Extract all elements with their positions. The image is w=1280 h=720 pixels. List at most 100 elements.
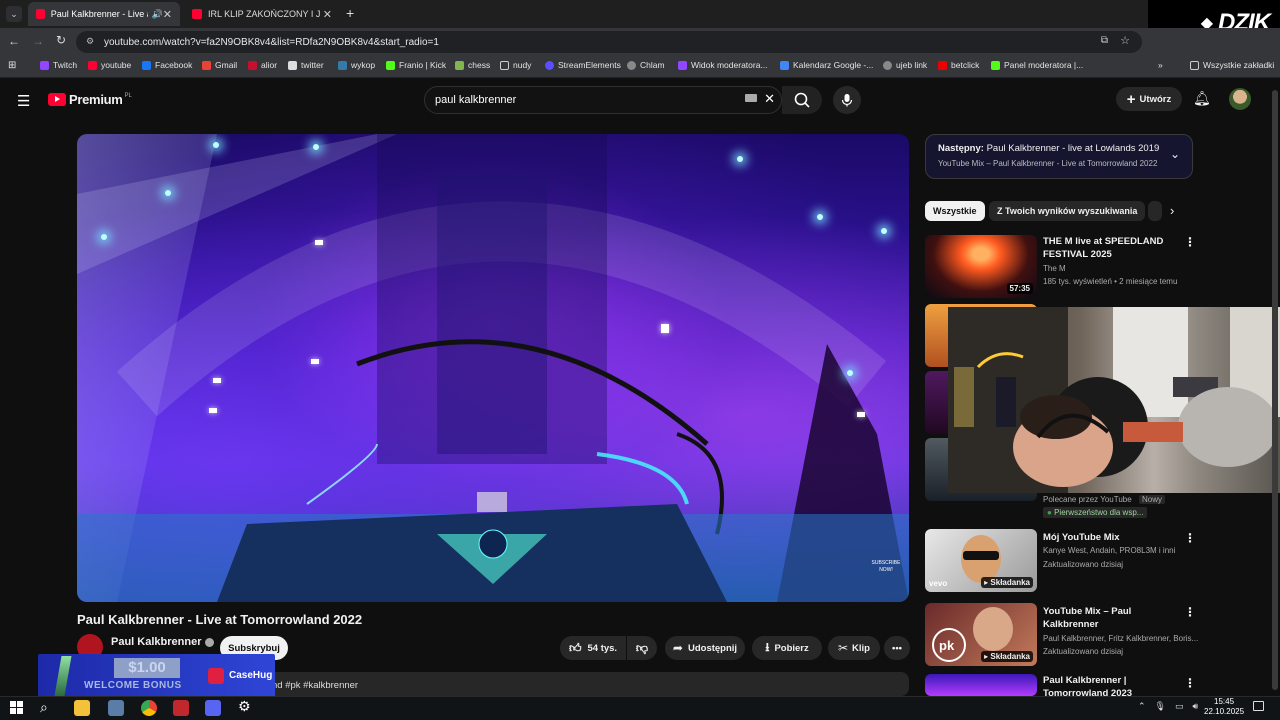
tab-search-button[interactable]: ⌄ xyxy=(6,6,22,22)
search-query: paul kalkbrenner xyxy=(435,94,517,106)
video-thumbnail[interactable]: 57:35 xyxy=(925,235,1037,298)
new-tab-button[interactable]: + xyxy=(346,5,354,21)
system-tray[interactable]: ⌃ 🎙︎ ▭ 🔊︎ xyxy=(1138,701,1198,712)
tab-paul-kalkbrenner[interactable]: Paul Kalkbrenner - Live at T 🔊 ✕ xyxy=(28,2,180,26)
video-title-link[interactable]: Paul Kalkbrenner | Tomorrowland 2023 xyxy=(1043,674,1173,696)
chevron-down-icon[interactable]: ⌄ xyxy=(1170,147,1180,161)
tab-irl-klip[interactable]: IRL KLIP ZAKOŃCZONY I JEDZI ✕ xyxy=(184,2,340,26)
bookmark-chlam[interactable]: Chlam xyxy=(627,60,665,70)
video-thumbnail[interactable]: pk ▸ Składanka xyxy=(925,603,1037,666)
scrollbar-thumb[interactable] xyxy=(1272,90,1278,690)
volume-icon[interactable]: 🔊︎ xyxy=(1193,701,1199,712)
install-app-icon[interactable]: ⧉ xyxy=(1101,35,1108,46)
chip-from-your-search[interactable]: Z Twoich wyników wyszukiwania xyxy=(989,201,1146,221)
more-bookmarks-icon[interactable]: » xyxy=(1158,60,1163,70)
network-icon[interactable]: ▭ xyxy=(1175,701,1184,712)
more-options-icon[interactable]: ⋮ xyxy=(1184,235,1196,249)
video-title-link[interactable]: YouTube Mix – Paul Kalkbrenner xyxy=(1043,605,1173,631)
share-button[interactable]: ➦ Udostępnij xyxy=(665,636,745,660)
chrome-icon[interactable] xyxy=(141,700,157,716)
bookmark-gmail[interactable]: Gmail xyxy=(202,60,237,70)
more-options-icon[interactable]: ⋮ xyxy=(1184,676,1196,690)
bookmark-wykop[interactable]: wykop xyxy=(338,60,375,70)
app-icon[interactable] xyxy=(173,700,189,716)
chevron-right-icon[interactable]: › xyxy=(1170,203,1174,218)
menu-icon[interactable]: ☰ xyxy=(17,92,30,110)
bookmark-widok-moderatora[interactable]: Widok moderatora... xyxy=(678,60,768,70)
file-explorer-icon[interactable] xyxy=(74,700,90,716)
bookmark-twitch[interactable]: Twitch xyxy=(40,60,77,70)
video-channel[interactable]: Paul Kalkbrenner, Fritz Kalkbrenner, Bor… xyxy=(1043,634,1198,643)
video-channel[interactable]: Kanye West, Andain, PRO8L3M i inni xyxy=(1043,546,1175,555)
like-button[interactable]: 👍︎ 54 tys. xyxy=(560,636,626,660)
subscribe-label: Subskrybuj xyxy=(228,642,280,654)
chip-partial[interactable] xyxy=(1148,201,1162,221)
apps-icon[interactable]: ⊞ xyxy=(8,60,16,71)
bookmark-twitter[interactable]: twitter xyxy=(288,60,324,70)
video-player[interactable]: SUBSCRIBE NOW! xyxy=(77,134,909,602)
close-tab-icon[interactable]: ✕ xyxy=(323,8,332,21)
up-next-heading: Następny: Paul Kalkbrenner - live at Low… xyxy=(938,143,1180,154)
tray-chevron-up-icon[interactable]: ⌃ xyxy=(1138,701,1146,712)
notifications-bell-icon[interactable]: 🔔︎ xyxy=(1193,90,1211,107)
clear-search-icon[interactable]: ✕ xyxy=(764,91,775,107)
bookmark-panel-moderatora[interactable]: Panel moderatora |... xyxy=(991,60,1083,70)
address-bar[interactable]: ⚙ youtube.com/watch?v=fa2N9OBK8v4&list=R… xyxy=(76,31,1142,53)
bookmark-folder-nudy[interactable]: nudy xyxy=(500,60,531,70)
search-button[interactable] xyxy=(782,86,822,114)
channel-name[interactable]: Paul Kalkbrenner xyxy=(111,636,215,648)
bookmark-star-icon[interactable]: ☆ xyxy=(1120,34,1130,47)
video-title-link[interactable]: THE M live at SPEEDLAND FESTIVAL 2025 xyxy=(1043,235,1173,261)
notification-center-icon[interactable] xyxy=(1253,701,1264,711)
search-input[interactable]: paul kalkbrenner ✕ xyxy=(424,86,782,114)
video-channel[interactable]: The M xyxy=(1043,264,1066,273)
create-button[interactable]: + Utwórz xyxy=(1116,87,1182,111)
bookmark-youtube[interactable]: youtube xyxy=(88,60,131,70)
back-icon[interactable]: ← xyxy=(8,34,20,48)
site-info-icon[interactable]: ⚙ xyxy=(86,36,94,47)
reload-icon[interactable]: ↻ xyxy=(56,33,66,47)
bookmark-alior[interactable]: alior xyxy=(248,60,277,70)
up-next-panel[interactable]: Następny: Paul Kalkbrenner - live at Low… xyxy=(925,134,1193,179)
more-options-icon[interactable]: ⋮ xyxy=(1184,531,1196,545)
dislike-button[interactable]: 👎︎ xyxy=(627,636,657,660)
video-title-link[interactable]: Mój YouTube Mix xyxy=(1043,531,1173,544)
share-icon: ➦ xyxy=(672,641,683,655)
page-scrollbar[interactable] xyxy=(1272,84,1278,690)
bookmark-ujeb-link[interactable]: ujeb link xyxy=(883,60,927,70)
more-actions-button[interactable]: ••• xyxy=(884,636,910,660)
close-tab-icon[interactable]: ✕ xyxy=(163,8,172,21)
bookmark-kick[interactable]: Franio | Kick xyxy=(386,60,446,70)
mic-icon[interactable]: 🎙︎ xyxy=(1155,701,1166,712)
bookmark-streamelements[interactable]: StreamElements xyxy=(545,60,621,70)
thumbs-down-icon: 👎︎ xyxy=(635,640,649,655)
avatar[interactable] xyxy=(1229,88,1251,110)
stage-panel xyxy=(661,328,669,333)
up-next-title: Paul Kalkbrenner - live at Lowlands 2019 xyxy=(986,143,1160,154)
download-button[interactable]: ⭳ Pobierz xyxy=(752,636,822,660)
voice-search-button[interactable] xyxy=(833,86,861,114)
description-snippet: nd #pk #kalkbrenner xyxy=(272,680,359,691)
channel-name-text: Paul Kalkbrenner xyxy=(111,636,202,648)
forward-icon[interactable]: → xyxy=(32,34,44,48)
keyboard-icon[interactable] xyxy=(745,94,757,102)
taskbar-search-icon[interactable]: ⌕ xyxy=(40,699,48,716)
bookmark-betclick[interactable]: betclick xyxy=(938,60,979,70)
more-horizontal-icon: ••• xyxy=(892,642,902,654)
bookmark-facebook[interactable]: Facebook xyxy=(142,60,192,70)
all-bookmarks-folder[interactable]: Wszystkie zakładki xyxy=(1190,60,1274,70)
windows-start-icon[interactable] xyxy=(10,701,23,714)
chip-all[interactable]: Wszystkie xyxy=(925,201,985,221)
bookmark-chess[interactable]: chess xyxy=(455,60,490,70)
premium-dot-icon: ● xyxy=(1047,508,1052,517)
more-options-icon[interactable]: ⋮ xyxy=(1184,605,1196,619)
youtube-logo[interactable]: Premium PL xyxy=(48,92,132,107)
clock[interactable]: 15:45 22.10.2025 xyxy=(1204,697,1244,717)
app-icon[interactable] xyxy=(108,700,124,716)
settings-gear-icon[interactable]: ⚙ xyxy=(238,698,251,715)
video-thumbnail[interactable] xyxy=(925,674,1037,696)
clip-button[interactable]: ✂ Klip xyxy=(828,636,880,660)
video-thumbnail[interactable]: vevo ▸ Składanka xyxy=(925,529,1037,592)
discord-icon[interactable] xyxy=(205,700,221,716)
bookmark-kalendarz[interactable]: Kalendarz Google -... xyxy=(780,60,873,70)
